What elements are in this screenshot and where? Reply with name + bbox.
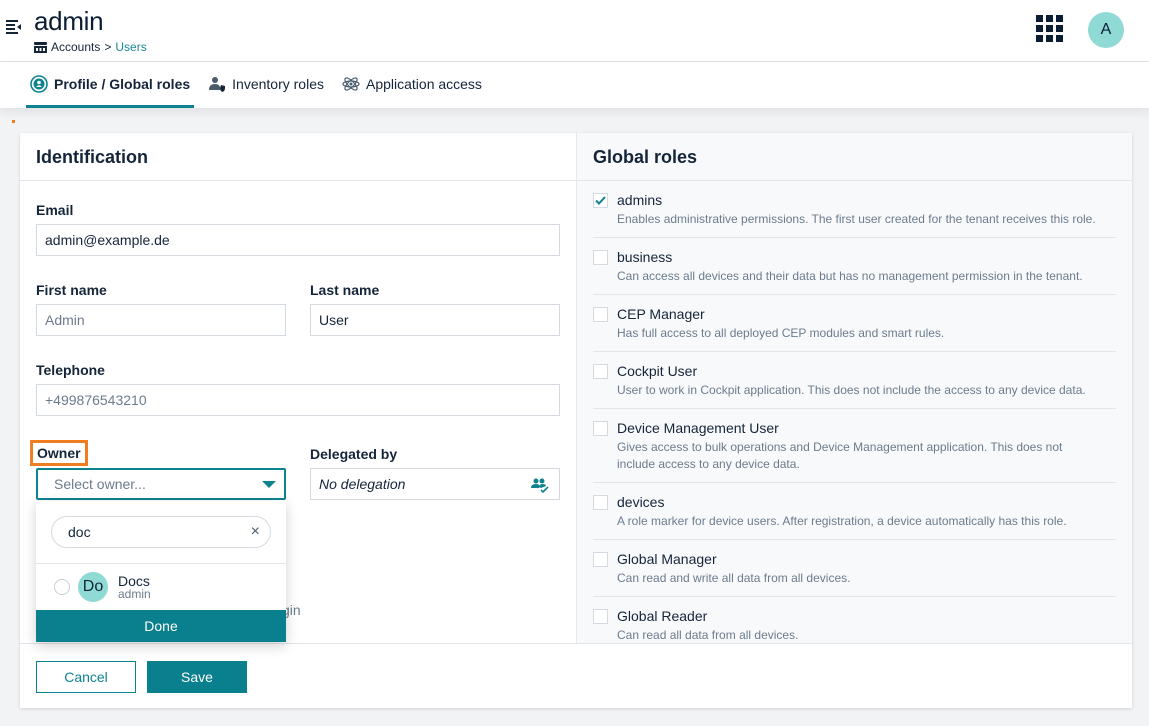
clear-search-icon[interactable]: × [251, 523, 260, 541]
role-item[interactable]: Device Management User Gives access to b… [593, 409, 1116, 483]
global-roles-section: Global roles admins Enables administrati… [576, 133, 1132, 643]
email-label: Email [36, 202, 74, 218]
role-item[interactable]: CEP Manager Has full access to all deplo… [593, 295, 1116, 352]
role-name: devices [617, 494, 665, 510]
last-name-field[interactable]: User [310, 304, 560, 336]
role-item[interactable]: business Can access all devices and thei… [593, 238, 1116, 295]
owner-option-docs[interactable]: Do Docs admin [36, 564, 286, 610]
role-item[interactable]: Cockpit User User to work in Cockpit app… [593, 352, 1116, 409]
global-roles-heading: Global roles [577, 133, 1132, 181]
user-form-card: Identification Email admin@example.de Fi… [20, 133, 1132, 708]
tab-profile-global-roles[interactable]: Profile / Global roles [26, 62, 195, 108]
role-description: User to work in Cockpit application. Thi… [617, 383, 1086, 397]
role-description: Has full access to all deployed CEP modu… [617, 326, 945, 340]
owner-dropdown: doc × Do Docs admin Done [36, 501, 286, 642]
role-item[interactable]: admins Enables administrative permission… [593, 181, 1116, 238]
role-checkbox[interactable] [593, 250, 608, 265]
last-name-label: Last name [310, 282, 380, 298]
email-field[interactable]: admin@example.de [36, 224, 560, 256]
role-checkbox[interactable] [593, 364, 608, 379]
role-description: Can access all devices and their data bu… [617, 269, 1083, 283]
telephone-label: Telephone [36, 362, 105, 378]
owner-select[interactable]: Select owner... [36, 468, 286, 500]
owner-search-input[interactable]: doc × [51, 516, 271, 548]
role-description: A role marker for device users. After re… [617, 514, 1067, 528]
owner-label: Owner [30, 440, 88, 466]
first-name-label: First name [36, 282, 107, 298]
roles-list: admins Enables administrative permission… [577, 181, 1132, 643]
first-name-field[interactable]: Admin [36, 304, 286, 336]
role-checkbox[interactable] [593, 609, 608, 624]
user-circle-icon [30, 74, 48, 93]
tab-label: Inventory roles [232, 75, 324, 92]
role-checkbox[interactable] [593, 495, 608, 510]
role-checkbox[interactable] [593, 307, 608, 322]
done-button[interactable]: Done [36, 610, 286, 642]
identification-heading: Identification [20, 133, 576, 181]
tab-bar: Profile / Global roles Inventory roles A… [0, 62, 1149, 108]
breadcrumb-current[interactable]: Users [115, 40, 146, 54]
role-description: Can read and write all data from all dev… [617, 571, 851, 585]
breadcrumb-separator: > [104, 40, 112, 54]
breadcrumb-root[interactable]: Accounts [51, 40, 100, 54]
role-item[interactable]: Global Reader Can read all data from all… [593, 597, 1116, 643]
cancel-button[interactable]: Cancel [36, 661, 136, 693]
tab-label: Application access [365, 75, 482, 92]
role-description: Gives access to bulk operations and Devi… [617, 440, 1063, 471]
accounts-icon [34, 41, 47, 53]
delegated-by-label: Delegated by [310, 446, 398, 462]
user-shield-icon [209, 76, 226, 92]
identification-section: Identification Email admin@example.de Fi… [20, 133, 576, 643]
role-name: Device Management User [617, 420, 779, 436]
checkmark-icon [595, 196, 606, 205]
role-name: business [617, 249, 673, 265]
users-check-icon [531, 478, 549, 493]
role-checkbox[interactable] [593, 421, 608, 436]
role-name: Global Reader [617, 608, 708, 624]
delegated-by-value: No delegation [319, 476, 406, 492]
role-checkbox[interactable] [593, 552, 608, 567]
menu-collapse-icon[interactable] [6, 20, 22, 34]
focus-marker [12, 120, 15, 123]
atom-icon [342, 76, 360, 91]
owner-avatar: Do [78, 572, 108, 602]
caret-down-icon [262, 481, 276, 488]
tab-label: Profile / Global roles [54, 75, 191, 92]
page-title: admin [34, 6, 104, 36]
role-name: Cockpit User [617, 363, 698, 379]
app-header: admin Accounts > Users A [0, 0, 1149, 62]
tab-inventory-roles[interactable]: Inventory roles [204, 62, 328, 108]
owner-search-value: doc [68, 524, 91, 540]
save-button[interactable]: Save [147, 661, 247, 693]
owner-select-placeholder: Select owner... [54, 476, 146, 492]
role-name: admins [617, 192, 663, 208]
role-checkbox[interactable] [593, 193, 608, 208]
telephone-field[interactable]: +499876543210 [36, 384, 560, 416]
tab-application-access[interactable]: Application access [338, 62, 486, 108]
app-grid-icon[interactable] [1036, 15, 1063, 42]
user-avatar[interactable]: A [1088, 12, 1124, 48]
breadcrumb: Accounts > Users [34, 40, 147, 54]
role-description: Can read all data from all devices. [617, 628, 799, 642]
role-name: Global Manager [617, 551, 717, 567]
owner-radio[interactable] [54, 579, 70, 595]
role-name: CEP Manager [617, 306, 705, 322]
role-description: Enables administrative permissions. The … [617, 212, 1096, 226]
delegated-by-field[interactable]: No delegation [310, 468, 560, 500]
role-item[interactable]: Global Manager Can read and write all da… [593, 540, 1116, 597]
owner-name: Docs [118, 573, 150, 589]
role-item[interactable]: devices A role marker for device users. … [593, 483, 1116, 540]
form-footer: Cancel Save [20, 643, 1132, 708]
owner-username: admin [118, 587, 151, 601]
